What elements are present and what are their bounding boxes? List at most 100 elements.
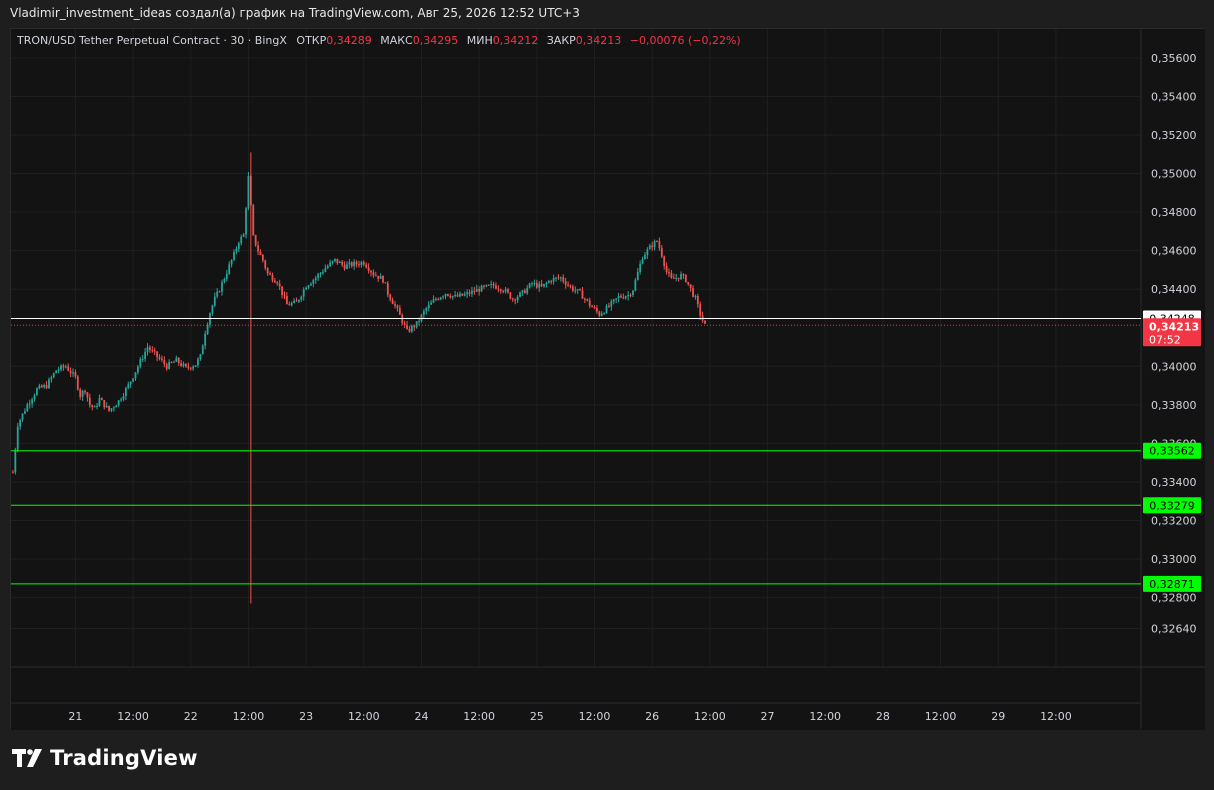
candle-body <box>622 297 625 299</box>
candle-body <box>487 284 490 286</box>
candle-body <box>285 295 288 305</box>
candle-body <box>646 249 649 255</box>
y-tick-label: 0,34000 <box>1151 360 1197 373</box>
candle-body <box>473 290 476 292</box>
candle-body <box>384 282 387 284</box>
candle-body <box>156 351 159 358</box>
candle-body <box>38 385 41 389</box>
candle-body <box>365 264 368 268</box>
candle-body <box>471 290 473 294</box>
candle-body <box>689 284 692 289</box>
candle-body <box>153 350 156 352</box>
candle-body <box>547 281 550 283</box>
candle-body <box>132 378 134 382</box>
candle-body <box>567 284 569 286</box>
candle-body <box>72 372 74 374</box>
candle-body <box>682 274 685 276</box>
candle-body <box>350 262 353 267</box>
candle-body <box>233 251 235 260</box>
candle-body <box>499 289 502 292</box>
candle-body <box>485 284 488 287</box>
candle-body <box>91 405 94 407</box>
x-tick-label: 21 <box>68 710 82 723</box>
candle-body <box>696 296 699 305</box>
candle-body <box>312 280 315 284</box>
candle-body <box>64 366 67 368</box>
candle-body <box>543 283 545 287</box>
candle-body <box>14 449 17 473</box>
candle-body <box>122 396 125 400</box>
candle-body <box>206 324 209 334</box>
y-tick-label: 0,33400 <box>1151 476 1197 489</box>
candle-body <box>28 403 31 405</box>
candle-body <box>45 384 48 389</box>
candle-body <box>396 305 399 308</box>
x-tick-label: 22 <box>184 710 198 723</box>
candle-body <box>629 294 632 296</box>
candle-body <box>273 280 276 283</box>
candle-body <box>466 292 469 295</box>
last-price-label: 0,34213 <box>1149 320 1199 333</box>
x-tick-label: 24 <box>414 710 428 723</box>
candle-body <box>317 274 320 278</box>
candle-body <box>293 300 296 303</box>
candle-body <box>632 290 634 295</box>
candle-body <box>305 287 308 290</box>
candle-body <box>269 273 271 275</box>
candle-body <box>670 273 673 278</box>
candle-body <box>552 277 555 282</box>
candle-body <box>175 357 178 362</box>
candle-body <box>519 292 521 297</box>
candle-body <box>677 277 680 280</box>
chart-frame[interactable]: 0,35600 0,35400 0,35200 0,35000 0,34800 0,346… <box>10 28 1205 730</box>
candle-body <box>115 405 118 408</box>
candle-body <box>437 299 440 301</box>
candle-body <box>86 392 89 398</box>
candle-body <box>334 258 336 261</box>
candle-body <box>360 262 363 266</box>
legend-open-value: 0,34289 <box>326 34 372 47</box>
x-tick-label: 26 <box>645 710 659 723</box>
candle-body <box>112 407 115 409</box>
candle-body <box>492 284 495 286</box>
legend-low-value: 0,34212 <box>492 34 539 47</box>
candle-body <box>636 271 639 281</box>
tradingview-logo-icon <box>12 749 42 767</box>
candle-body <box>189 367 192 369</box>
candle-body <box>290 302 293 306</box>
candle-body <box>639 263 642 272</box>
candle-body <box>362 262 365 265</box>
candle-body <box>415 321 418 328</box>
candle-body <box>459 293 461 297</box>
legend-close-value: 0,34213 <box>575 34 622 47</box>
candle-body <box>615 298 618 300</box>
price-chart[interactable]: 0,35600 0,35400 0,35200 0,35000 0,34800 0,346… <box>11 29 1205 730</box>
legend-low-label: МИН <box>466 34 493 47</box>
x-tick-label: 28 <box>876 710 890 723</box>
candle-body <box>596 307 598 312</box>
candle-body <box>389 294 392 300</box>
candle-body <box>341 261 344 265</box>
candle-body <box>278 283 281 287</box>
candle-body <box>124 388 127 397</box>
candle-body <box>370 270 372 273</box>
symbol-legend: TRON/USD Tether Perpetual Contract · 30 … <box>17 34 741 47</box>
candle-body <box>81 390 84 397</box>
last-price-countdown: 07:52 <box>1149 333 1181 346</box>
candle-body <box>16 426 19 450</box>
candle-body <box>617 295 620 299</box>
candle-body <box>26 404 29 412</box>
candle-body <box>454 294 457 296</box>
candle-body <box>586 299 589 301</box>
tradingview-logo[interactable]: TradingView <box>12 746 198 770</box>
candle-body <box>324 268 327 272</box>
candle-body <box>620 295 622 298</box>
candle-body <box>600 313 603 316</box>
candle-body <box>185 363 187 367</box>
candle-body <box>149 347 151 350</box>
candle-body <box>319 273 322 275</box>
candle-body <box>535 282 538 288</box>
candle-body <box>418 321 420 323</box>
legend-change-value: −0,00076 (−0,22%) <box>629 34 741 47</box>
x-tick-label: 25 <box>530 710 544 723</box>
